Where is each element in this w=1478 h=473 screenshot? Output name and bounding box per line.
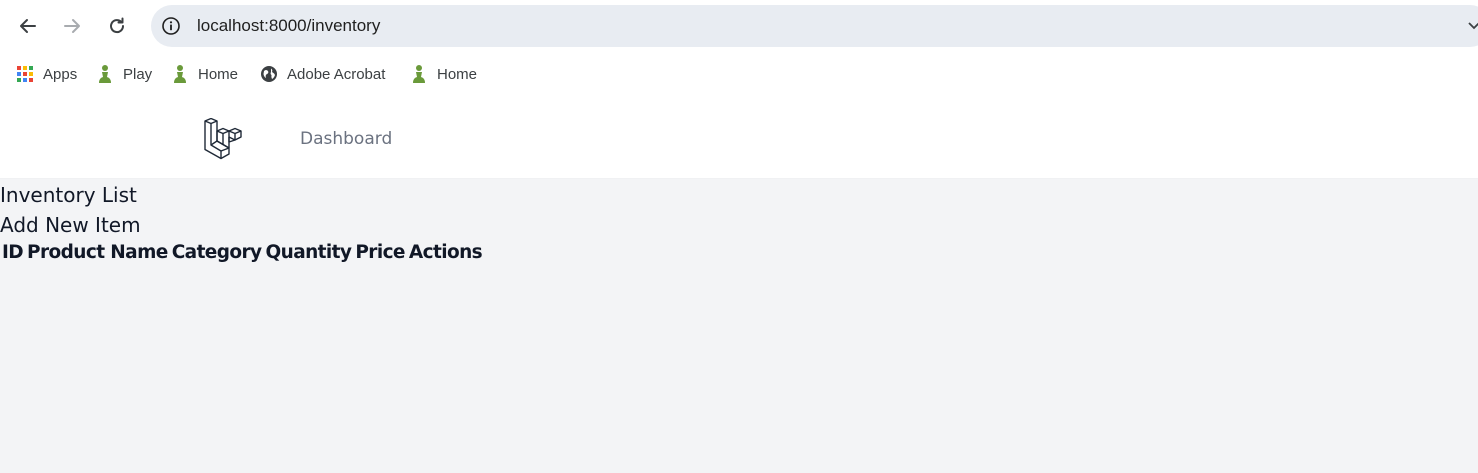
browser-toolbar: localhost:8000/inventory [0, 0, 1478, 52]
column-header-quantity: Quantity [265, 242, 352, 263]
address-url[interactable]: localhost:8000/inventory [197, 16, 380, 36]
app-header: Dashboard [0, 98, 1478, 179]
bookmarks-bar: Apps Play Home Adobe Acrobat Home [0, 52, 1478, 98]
column-header-product-name: Product Name [27, 242, 168, 263]
bookmark-home[interactable]: Home [410, 62, 477, 86]
laravel-logo-icon[interactable] [203, 117, 245, 160]
bookmark-apps[interactable]: Apps [16, 62, 77, 86]
column-header-actions: Actions [408, 242, 483, 263]
forward-button[interactable] [58, 12, 86, 40]
chevron-down-icon[interactable] [1467, 18, 1478, 37]
page-title: Inventory List [0, 183, 137, 207]
bookmark-label: Home [437, 65, 478, 83]
address-bar[interactable]: localhost:8000/inventory [151, 5, 1478, 47]
bookmark-label: Adobe Acrobat [287, 65, 386, 83]
chess-pawn-icon [96, 65, 114, 83]
nav-dashboard-link[interactable]: Dashboard [300, 129, 392, 149]
globe-icon [260, 65, 278, 83]
bookmark-adobe-acrobat[interactable]: Adobe Acrobat [260, 62, 385, 86]
table-header-row: ID Product Name Category Quantity Price … [0, 242, 484, 263]
column-header-id: ID [2, 242, 24, 263]
reload-button[interactable] [103, 12, 131, 40]
add-new-item-link[interactable]: Add New Item [0, 213, 141, 237]
forward-arrow-icon [64, 19, 80, 33]
reload-icon [110, 17, 125, 34]
back-arrow-icon [20, 19, 36, 33]
bookmark-label: Play [123, 65, 153, 83]
column-header-price: Price [355, 242, 405, 263]
bookmark-label: Home [198, 65, 239, 83]
chess-pawn-icon [171, 65, 189, 83]
apps-grid-icon [16, 65, 34, 83]
bookmark-play[interactable]: Play [96, 62, 152, 86]
column-header-category: Category [171, 242, 262, 263]
inventory-table: ID Product Name Category Quantity Price … [0, 242, 484, 263]
chess-pawn-icon [410, 65, 428, 83]
bookmark-home[interactable]: Home [171, 62, 238, 86]
back-button[interactable] [14, 12, 42, 40]
bookmark-label: Apps [43, 65, 78, 83]
site-info-icon[interactable] [161, 16, 181, 36]
